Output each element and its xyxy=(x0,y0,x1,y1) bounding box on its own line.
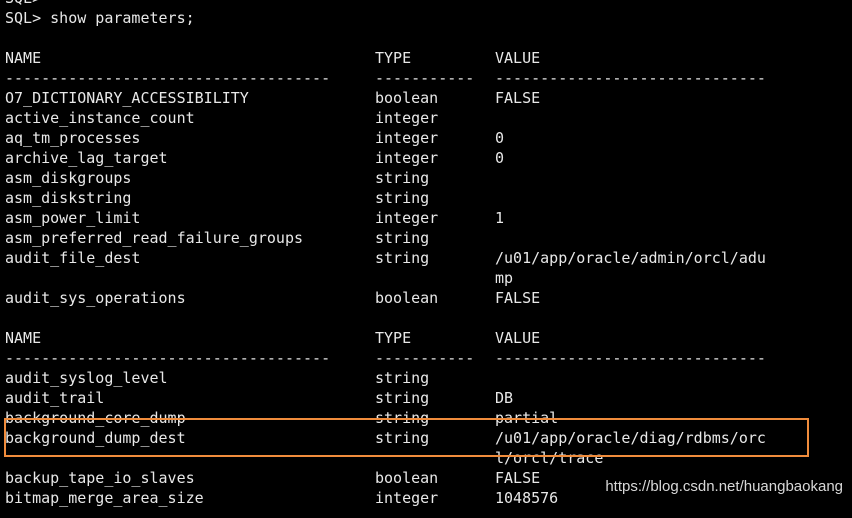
header-type: TYPE xyxy=(375,329,412,347)
parameter-type: string xyxy=(375,169,430,187)
header-name: NAME xyxy=(5,49,42,67)
header-value: VALUE xyxy=(495,49,541,67)
parameter-name: backup_tape_io_slaves xyxy=(5,469,195,487)
parameter-name: audit_syslog_level xyxy=(5,369,168,387)
parameter-name: aq_tm_processes xyxy=(5,129,141,147)
parameter-value: 0 xyxy=(495,129,505,147)
parameter-name: bitmap_merge_area_size xyxy=(5,489,204,507)
separator-type: ----------- xyxy=(375,69,475,87)
parameter-type: integer xyxy=(375,109,439,127)
separator-name: ------------------------------------ xyxy=(5,349,331,367)
parameter-value: 0 xyxy=(495,149,505,167)
header-value: VALUE xyxy=(495,329,541,347)
parameter-type: integer xyxy=(375,149,439,167)
parameter-name: active_instance_count xyxy=(5,109,195,127)
parameter-type: string xyxy=(375,389,430,407)
parameter-name: audit_trail xyxy=(5,389,105,407)
watermark-text: https://blog.csdn.net/huangbaokang xyxy=(605,478,843,495)
parameter-value: FALSE xyxy=(495,469,541,487)
separator-value: ------------------------------ xyxy=(495,69,766,87)
command-line: SQL> show parameters; xyxy=(5,9,195,27)
parameter-name: archive_lag_target xyxy=(5,149,168,167)
parameter-name: asm_diskgroups xyxy=(5,169,132,187)
parameter-value: 1 xyxy=(495,209,505,227)
parameter-name: asm_diskstring xyxy=(5,189,132,207)
parameter-value: 1048576 xyxy=(495,489,559,507)
previous-prompt: SQL> xyxy=(5,0,41,8)
parameter-type: string xyxy=(375,229,430,247)
parameter-type: boolean xyxy=(375,469,439,487)
header-type: TYPE xyxy=(375,49,412,67)
highlight-box xyxy=(4,418,809,457)
parameter-type: boolean xyxy=(375,289,439,307)
parameter-type: integer xyxy=(375,489,439,507)
separator-name: ------------------------------------ xyxy=(5,69,331,87)
parameter-value: /u01/app/oracle/admin/orcl/adu xyxy=(495,249,766,267)
parameter-name: asm_preferred_read_failure_groups xyxy=(5,229,304,247)
parameter-type: string xyxy=(375,189,430,207)
parameter-value: DB xyxy=(495,389,514,407)
parameter-type: integer xyxy=(375,209,439,227)
parameter-name: O7_DICTIONARY_ACCESSIBILITY xyxy=(5,89,249,107)
parameter-name: audit_file_dest xyxy=(5,249,141,267)
parameter-type: string xyxy=(375,369,430,387)
parameter-type: integer xyxy=(375,129,439,147)
parameter-name: audit_sys_operations xyxy=(5,289,186,307)
header-name: NAME xyxy=(5,329,42,347)
parameter-value: FALSE xyxy=(495,89,541,107)
separator-type: ----------- xyxy=(375,349,475,367)
parameter-type: string xyxy=(375,249,430,267)
parameter-value: FALSE xyxy=(495,289,541,307)
parameter-type: boolean xyxy=(375,89,439,107)
parameter-name: asm_power_limit xyxy=(5,209,141,227)
terminal-output[interactable]: SQL> SQL> show parameters; NAME TYPE VAL… xyxy=(0,0,852,518)
separator-value: ------------------------------ xyxy=(495,349,766,367)
parameter-value-continuation: mp xyxy=(495,269,514,287)
